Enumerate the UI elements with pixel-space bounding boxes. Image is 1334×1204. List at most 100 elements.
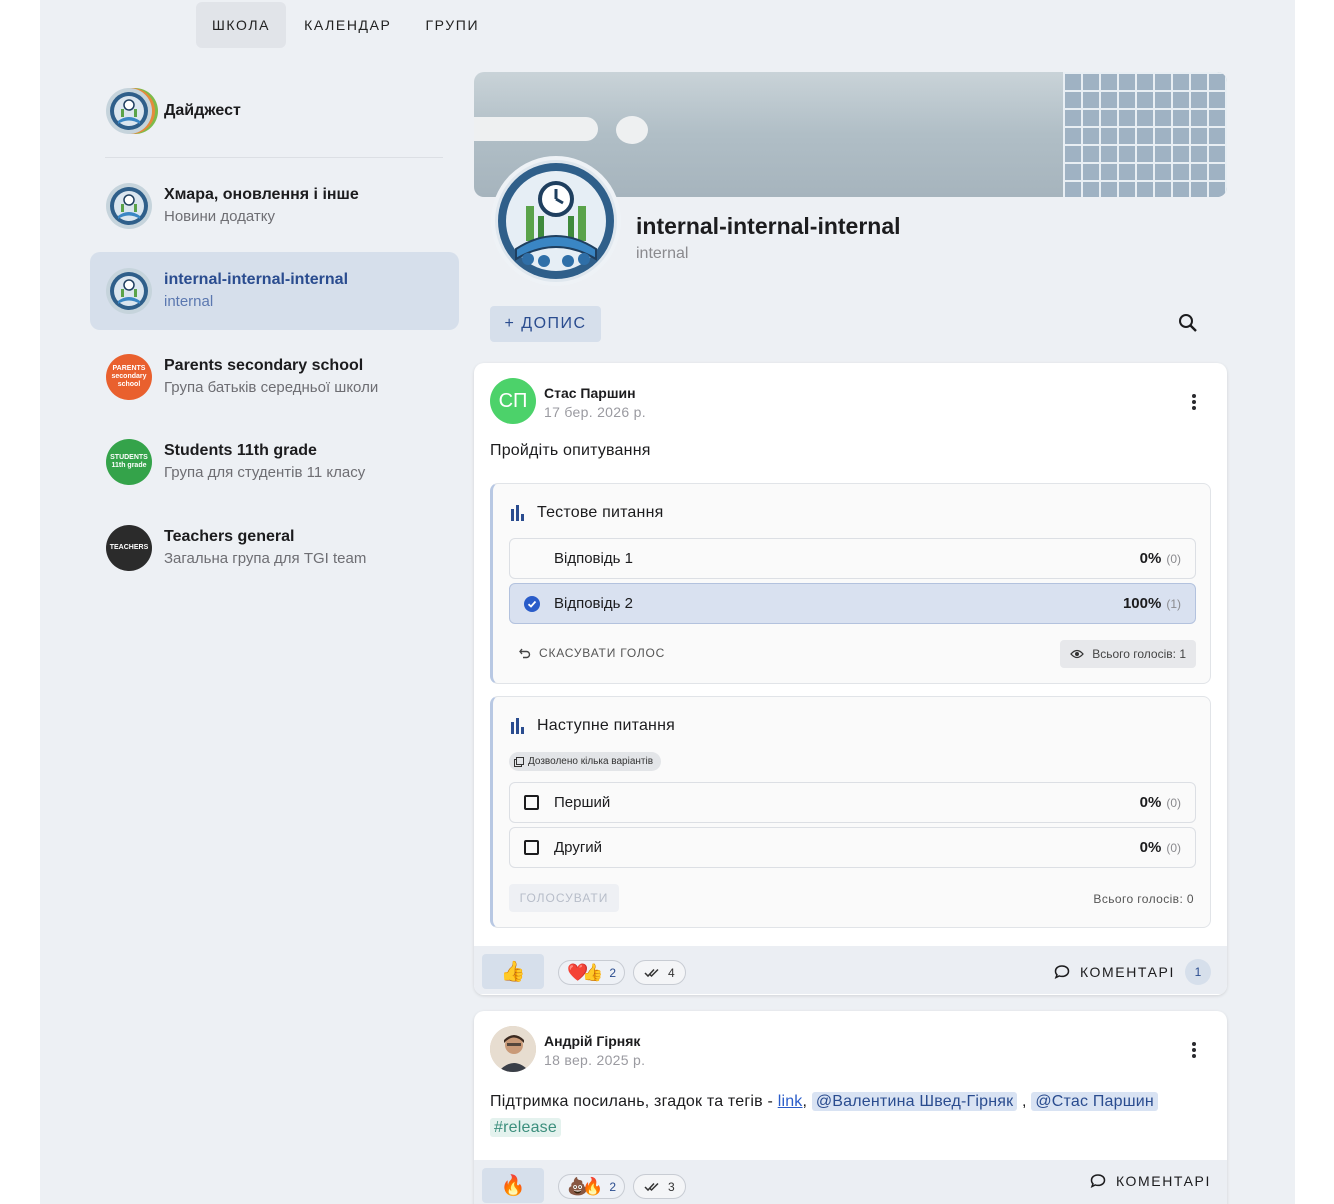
multi-choice-label: Дозволено кілька варіантів (528, 756, 654, 767)
undo-icon (519, 648, 531, 659)
school-logo-icon (106, 268, 152, 314)
poll-option-selected[interactable]: Відповідь 2 100% (1) (509, 583, 1196, 624)
sidebar-item-label: Teachers general (164, 528, 295, 545)
seen-by-chip[interactable]: 4 (633, 960, 686, 985)
tab-school[interactable]: ШКОЛА (196, 2, 287, 48)
comment-icon (1090, 1174, 1106, 1189)
comments-button[interactable]: КОМЕНТАРІ (1090, 1173, 1211, 1189)
tab-groups[interactable]: ГРУПИ (410, 2, 496, 48)
comments-label: КОМЕНТАРІ (1079, 964, 1175, 980)
poll-question: Тестове питання (511, 504, 663, 522)
avatar[interactable]: СП (490, 378, 536, 424)
mention[interactable]: @Стас Паршин (1031, 1092, 1158, 1111)
checkbox-icon (524, 795, 539, 810)
comment-icon (1054, 965, 1070, 980)
poll-option[interactable]: Перший 0% (0) (509, 782, 1196, 823)
poll-option[interactable]: Другий 0% (0) (509, 827, 1196, 868)
group-subtitle: internal (636, 245, 689, 262)
sidebar-item-digest[interactable]: Дайджест (90, 72, 459, 150)
total-votes-label: Всього голосів: 1 (1092, 647, 1186, 661)
poll-option-percent: 0% (1139, 550, 1162, 567)
reactions-bar: 👍 ❤️👍 2 4 КОМЕНТАРІ 1 (474, 946, 1227, 994)
post-card: СП Стас Паршин 17 бер. 2026 р. Пройдіть … (474, 363, 1227, 995)
separator-comma: , (1022, 1093, 1027, 1110)
multi-select-icon (514, 756, 524, 767)
mention[interactable]: @Валентина Швед-Гірняк (811, 1092, 1018, 1111)
new-post-button[interactable]: + ДОПИС (490, 306, 601, 342)
reaction-count: 2 (609, 965, 617, 980)
avatar-text: PARENTS secondary school (111, 365, 147, 388)
reactions-summary-chip[interactable]: 💩🔥 2 (558, 1174, 626, 1199)
sidebar-item-label: Students 11th grade (164, 442, 317, 459)
reaction-count: 2 (609, 1179, 617, 1194)
tab-calendar[interactable]: КАЛЕНДАР (288, 2, 407, 48)
top-nav: ШКОЛА КАЛЕНДАР ГРУПИ (196, 2, 497, 48)
sidebar-item-subtitle: Група для студентів 11 класу (164, 464, 366, 481)
more-vert-icon[interactable] (1191, 394, 1197, 410)
my-reaction-button[interactable]: 👍 (482, 954, 544, 989)
reaction-emojis: ❤️👍 (567, 962, 603, 982)
post-card: Андрій Гірняк 18 вер. 2025 р. Підтримка … (474, 1011, 1227, 1204)
my-reaction-button[interactable]: 🔥 (482, 1168, 544, 1203)
seen-count: 4 (668, 965, 675, 980)
sidebar-item-parents[interactable]: PARENTS secondary school Parents seconda… (90, 338, 459, 416)
post-text: Пройдіть опитування (490, 442, 651, 459)
cancel-vote-button[interactable]: СКАСУВАТИ ГОЛОС (519, 646, 665, 660)
poll-option[interactable]: Відповідь 1 0% (0) (509, 538, 1196, 579)
poll-option-percent: 0% (1139, 839, 1162, 856)
total-votes-chip[interactable]: Всього голосів: 1 (1060, 640, 1196, 668)
app-window: ШКОЛА КАЛЕНДАР ГРУПИ Дайджест Хмара, оно… (40, 0, 1295, 1204)
cancel-vote-label: СКАСУВАТИ ГОЛОС (539, 646, 666, 660)
avatar[interactable] (490, 1026, 536, 1072)
sidebar-item-subtitle: internal (164, 293, 214, 310)
post-link[interactable]: link (778, 1093, 803, 1110)
sidebar-item-students[interactable]: STUDENTS 11th grade Students 11th grade … (90, 423, 459, 501)
poll-question-text: Тестове питання (537, 504, 664, 521)
sidebar-item-subtitle: Новини додатку (164, 208, 275, 225)
author-name[interactable]: Стас Паршин (544, 385, 636, 401)
poll-option-label: Перший (554, 794, 611, 811)
multi-choice-badge: Дозволено кілька варіантів (509, 752, 662, 771)
check-circle-icon (524, 596, 540, 612)
comments-button[interactable]: КОМЕНТАРІ 1 (1054, 959, 1211, 985)
poll-option-label: Другий (554, 839, 603, 856)
reactions-bar: 🔥 💩🔥 2 3 КОМЕНТАРІ (474, 1160, 1227, 1204)
reactions-summary-chip[interactable]: ❤️👍 2 (558, 960, 626, 985)
seen-count: 3 (668, 1179, 675, 1194)
hashtag[interactable]: #release (490, 1118, 561, 1137)
more-vert-icon[interactable] (1191, 1042, 1197, 1058)
poll-option-count: (1) (1166, 596, 1181, 611)
sidebar-item-internal[interactable]: internal-internal-internal internal (90, 252, 459, 330)
poll-option-count: (0) (1166, 795, 1181, 810)
comments-label: КОМЕНТАРІ (1115, 1173, 1211, 1189)
sidebar-item-cloud-updates[interactable]: Хмара, оновлення і інше Новини додатку (90, 167, 459, 245)
teachers-group-avatar: TEACHERS (106, 525, 152, 571)
sidebar-item-label: Дайджест (164, 102, 241, 119)
seen-by-chip[interactable]: 3 (633, 1174, 686, 1199)
double-check-icon (644, 1182, 659, 1191)
avatar-text: TEACHERS (109, 544, 149, 551)
poll-option-count: (0) (1166, 840, 1181, 855)
eye-icon (1070, 649, 1085, 659)
author-name[interactable]: Андрій Гірняк (544, 1033, 640, 1049)
sidebar-item-teachers[interactable]: TEACHERS Teachers general Загальна група… (90, 509, 459, 587)
school-logo-icon (491, 156, 621, 286)
comments-count-badge: 1 (1185, 959, 1211, 985)
post-date: 18 вер. 2025 р. (544, 1052, 646, 1068)
vote-button[interactable]: ГОЛОСУВАТИ (509, 884, 619, 912)
parents-group-avatar: PARENTS secondary school (106, 354, 152, 400)
avatar-text: STUDENTS 11th grade (110, 454, 148, 469)
sidebar-divider (105, 157, 443, 158)
bar-chart-icon (511, 718, 527, 734)
sidebar-item-label: internal-internal-internal (164, 271, 349, 288)
total-votes-label: Всього голосів: 0 (1093, 892, 1194, 906)
poll-question: Наступне питання (511, 717, 675, 735)
sidebar-item-label: Parents secondary school (164, 357, 364, 374)
poll-option-percent: 100% (1122, 595, 1162, 612)
search-icon[interactable] (1176, 311, 1200, 335)
poll-option-count: (0) (1166, 551, 1181, 566)
sidebar-item-subtitle: Група батьків середньої школи (164, 379, 379, 396)
post-text-prefix: Підтримка посилань, згадок та тегів - (490, 1093, 778, 1110)
poll-option-percent: 0% (1139, 794, 1162, 811)
separator-comma: , (802, 1093, 808, 1110)
